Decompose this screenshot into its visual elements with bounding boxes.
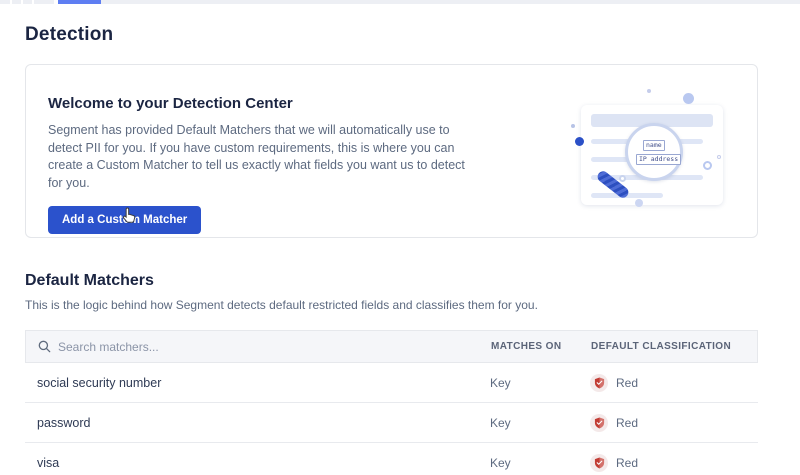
shield-icon <box>594 417 605 429</box>
active-tab-indicator[interactable] <box>58 0 101 4</box>
matcher-name: visa <box>37 456 490 470</box>
matcher-name: password <box>37 416 490 430</box>
table-row[interactable]: social security number Key Red <box>25 363 758 403</box>
welcome-body-text: Segment has provided Default Matchers th… <box>48 122 480 192</box>
illustration-label-name: name <box>643 140 665 151</box>
classification-badge <box>590 454 608 472</box>
classification-label: Red <box>616 376 638 390</box>
default-matchers-heading: Default Matchers <box>25 272 758 290</box>
classification-label: Red <box>616 456 638 470</box>
matcher-matches-on: Key <box>490 376 590 390</box>
classification-badge <box>590 374 608 392</box>
matcher-name: social security number <box>37 376 490 390</box>
column-header-default-classification: DEFAULT CLASSIFICATION <box>591 341 757 352</box>
table-row[interactable]: password Key Red <box>25 403 758 443</box>
shield-icon <box>594 377 605 389</box>
matcher-classification: Red <box>590 454 758 472</box>
detection-illustration: name IP address <box>573 91 735 215</box>
column-header-matches-on: MATCHES ON <box>491 341 591 352</box>
shield-icon <box>594 457 605 469</box>
matchers-table-header: MATCHES ON DEFAULT CLASSIFICATION <box>25 330 758 363</box>
matcher-classification: Red <box>590 414 758 432</box>
matcher-classification: Red <box>590 374 758 392</box>
matchers-table: MATCHES ON DEFAULT CLASSIFICATION social… <box>25 330 758 475</box>
search-matchers-input[interactable] <box>58 340 438 354</box>
classification-badge <box>590 414 608 432</box>
table-row[interactable]: visa Key Red <box>25 443 758 475</box>
search-matchers-field[interactable] <box>38 340 491 354</box>
top-tab-strip <box>0 0 800 4</box>
page-title: Detection <box>25 24 758 46</box>
matcher-matches-on: Key <box>490 416 590 430</box>
add-custom-matcher-button[interactable]: Add a Custom Matcher <box>48 206 201 234</box>
magnifier-glass-icon: name IP address <box>625 123 683 181</box>
matchers-table-body: social security number Key Red password … <box>25 363 758 475</box>
search-icon <box>38 340 51 353</box>
welcome-card: Welcome to your Detection Center Segment… <box>25 64 758 238</box>
classification-label: Red <box>616 416 638 430</box>
illustration-label-ip: IP address <box>636 154 681 165</box>
default-matchers-description: This is the logic behind how Segment det… <box>25 298 758 312</box>
matcher-matches-on: Key <box>490 456 590 470</box>
